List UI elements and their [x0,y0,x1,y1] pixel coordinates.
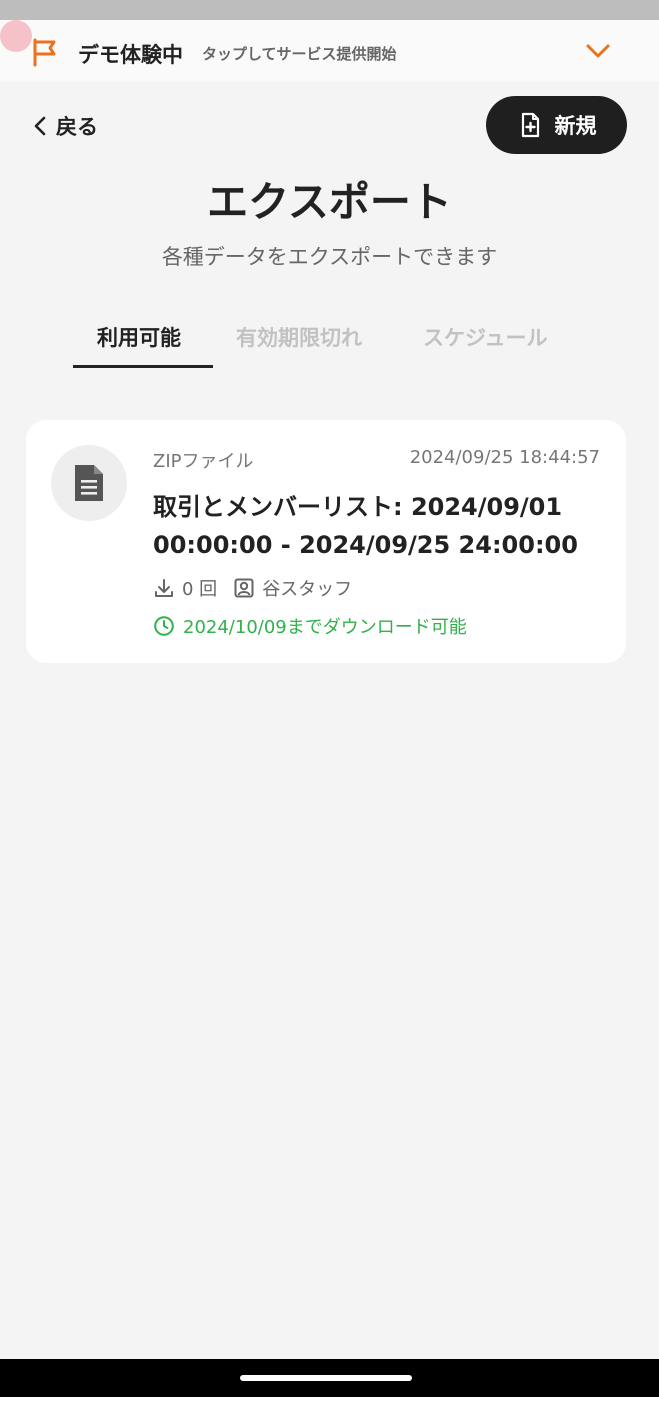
system-nav-bar [0,1359,659,1397]
expiry-info: 2024/10/09までダウンロード可能 [153,612,467,640]
document-icon [75,465,103,501]
chevron-left-icon [34,116,46,136]
new-button-label: 新規 [554,114,597,138]
bottom-edge [0,1397,659,1407]
download-count: 0 回 [182,579,218,600]
export-card[interactable]: ZIPファイル 2024/09/25 18:44:57 取引とメンバーリスト: … [26,420,626,663]
file-type: ZIPファイル [153,451,254,472]
back-button[interactable]: 戻る [30,108,98,144]
created-timestamp: 2024/09/25 18:44:57 [409,447,600,468]
user-icon [234,578,254,598]
back-label: 戻る [56,115,98,139]
file-avatar [51,445,127,521]
page-title: エクスポート [207,178,452,226]
download-icon [155,579,173,597]
demo-banner-title: デモ体験中 [78,43,183,67]
file-add-icon [521,112,539,138]
tab-available[interactable]: 利用可能 [97,322,181,352]
page-subtitle: 各種データをエクスポートできます [161,245,498,269]
active-tab-underline [73,365,213,368]
touch-indicator [0,20,32,52]
demo-banner-subtitle: タップしてサービス提供開始 [202,45,397,63]
tab-schedule[interactable]: スケジュール [423,322,548,352]
chevron-down-icon[interactable] [585,40,611,62]
clock-icon [154,616,174,636]
flag-icon [33,38,56,67]
home-indicator[interactable] [240,1375,412,1381]
expiry-text: 2024/10/09までダウンロード可能 [183,617,467,638]
demo-banner[interactable]: デモ体験中 タップしてサービス提供開始 [0,20,659,82]
status-bar [0,0,659,20]
export-title: 取引とメンバーリスト: 2024/09/01 00:00:00 - 2024/0… [153,493,578,559]
tab-expired[interactable]: 有効期限切れ [236,322,362,352]
staff-name: 谷スタッフ [262,579,353,600]
new-export-button[interactable]: 新規 [486,96,627,154]
export-meta: 0 回 谷スタッフ [153,574,352,602]
